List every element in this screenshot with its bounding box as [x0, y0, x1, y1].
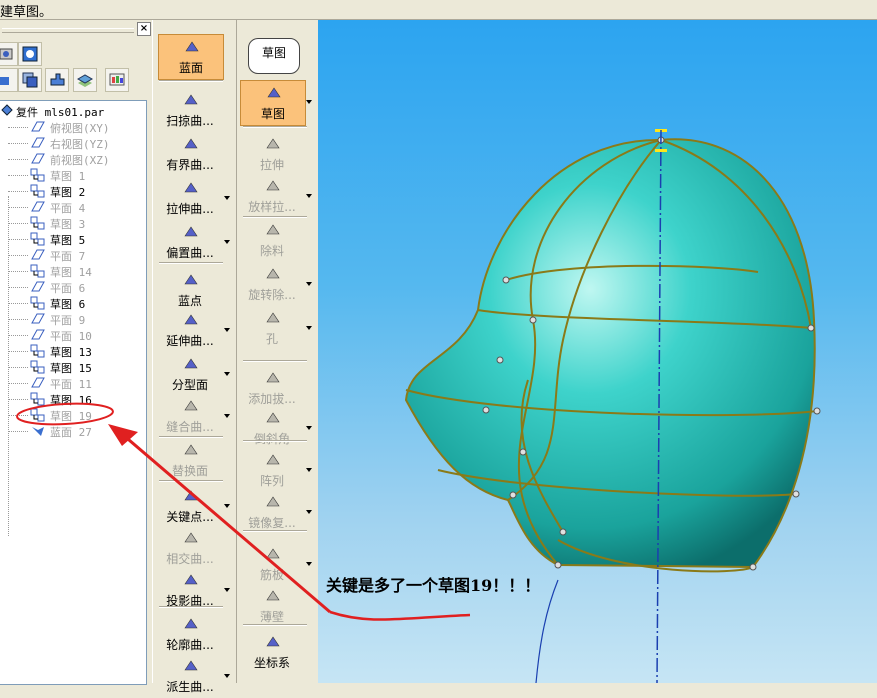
annotation-text: 关键是多了一个草图19！！！ [326, 576, 541, 595]
underline-stroke [329, 610, 471, 621]
highlight-circle [16, 402, 114, 426]
annotation-arrow-line [121, 432, 331, 614]
